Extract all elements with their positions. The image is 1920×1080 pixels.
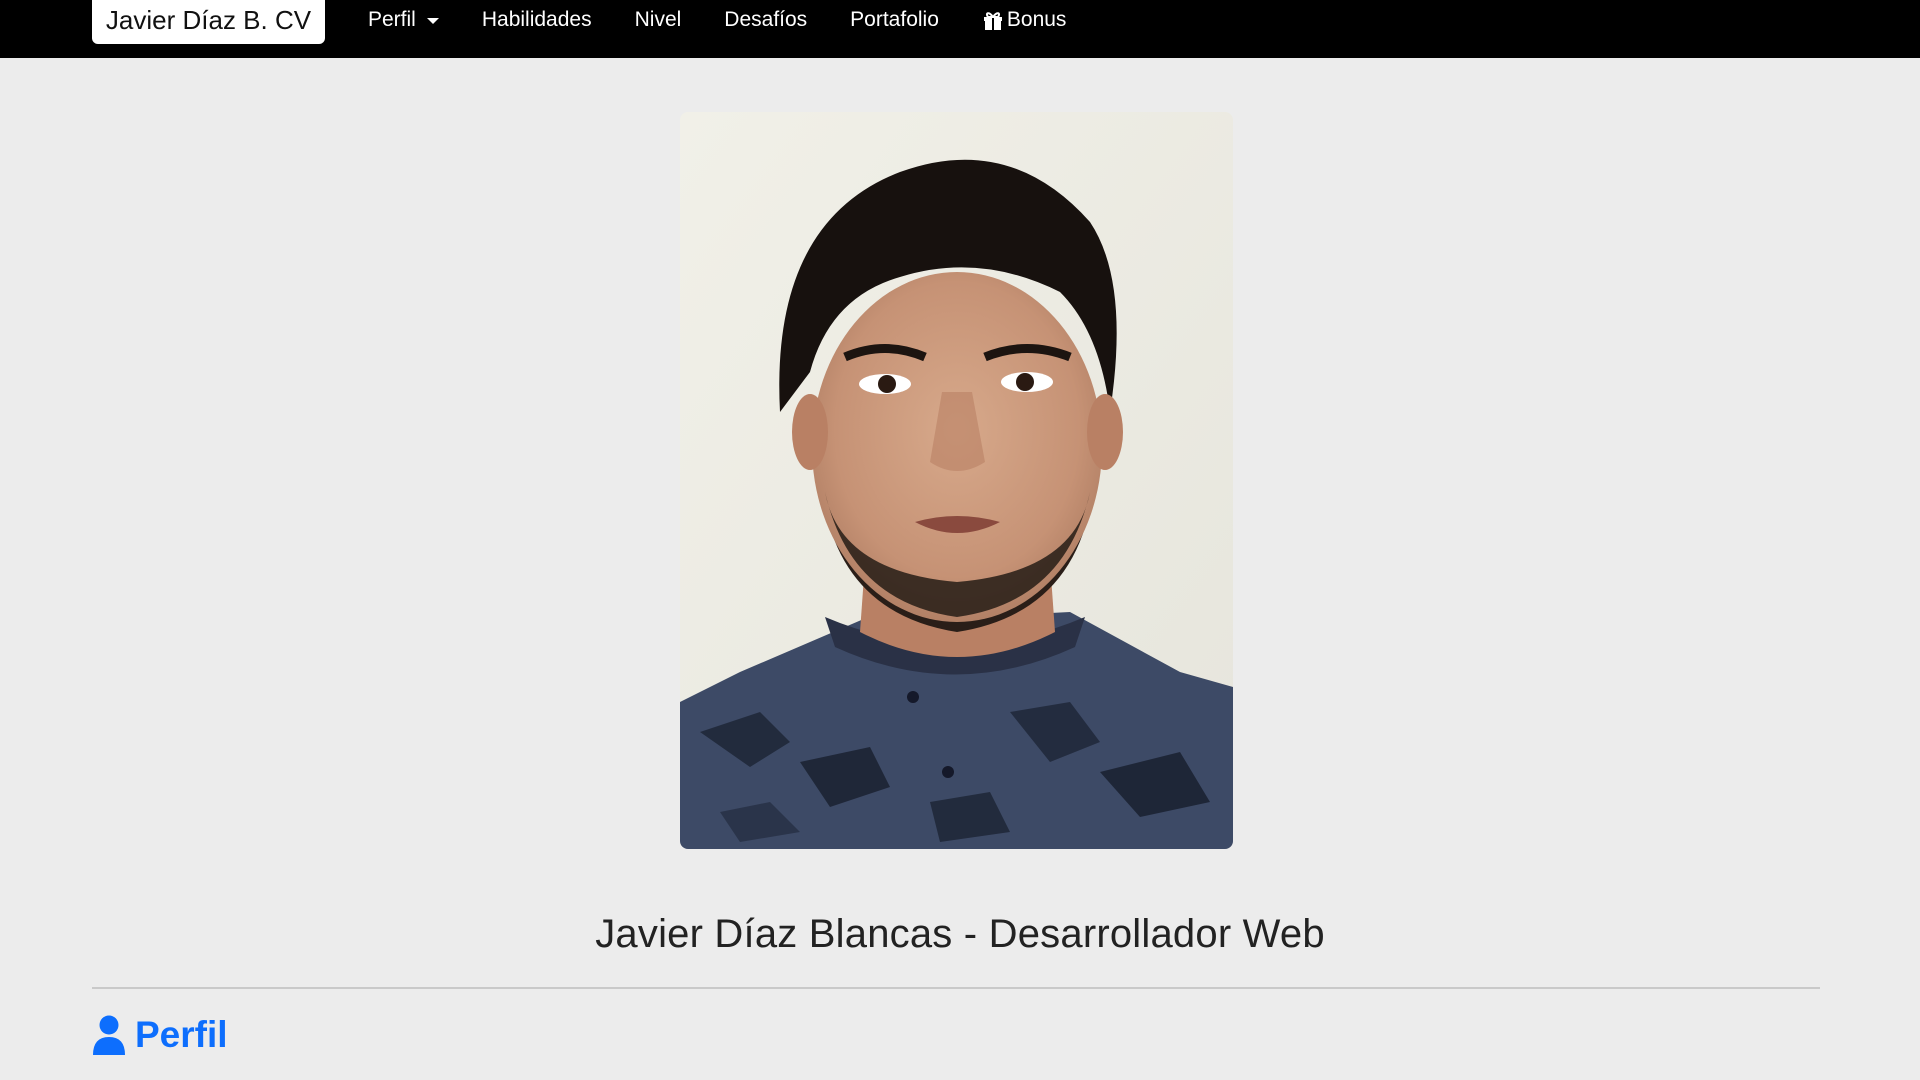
gift-icon [982, 9, 1004, 31]
nav-item-portafolio-label: Portafolio [850, 8, 939, 31]
nav-item-desafios-label: Desafíos [724, 8, 808, 31]
nav-item-habilidades[interactable]: Habilidades [482, 8, 592, 32]
brand-link[interactable]: Javier Díaz B. CV [92, 0, 325, 44]
profile-photo [680, 112, 1233, 849]
section-title-label: Perfil [135, 1014, 228, 1055]
nav-item-perfil-label: Perfil [368, 8, 416, 31]
nav-item-bonus[interactable]: Bonus [982, 8, 1067, 32]
nav-item-perfil[interactable]: Perfil [368, 8, 439, 32]
nav-item-desafios[interactable]: Desafíos [724, 8, 807, 32]
top-navbar: Javier Díaz B. CV Perfil Habilidades Niv… [0, 0, 1920, 58]
section-divider [92, 987, 1820, 989]
person-icon [92, 1015, 126, 1055]
nav-item-nivel[interactable]: Nivel [635, 8, 682, 32]
nav-links: Perfil Habilidades Nivel Desafíos Portaf… [368, 0, 1109, 40]
page-headline: Javier Díaz Blancas - Desarrollador Web [595, 912, 1325, 956]
nav-item-habilidades-label: Habilidades [481, 8, 592, 31]
nav-item-portafolio[interactable]: Portafolio [850, 8, 939, 32]
section-title-perfil: Perfil [92, 1014, 228, 1056]
chevron-down-icon [426, 18, 439, 24]
nav-item-bonus-label: Bonus [1006, 8, 1067, 31]
nav-item-nivel-label: Nivel [634, 8, 682, 31]
